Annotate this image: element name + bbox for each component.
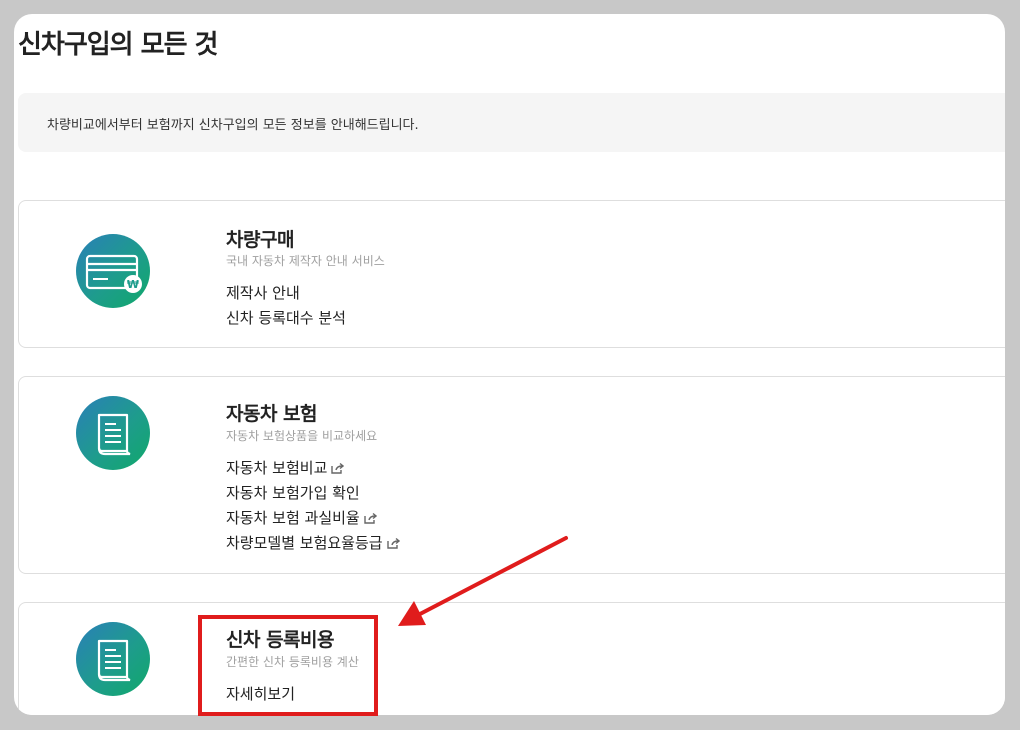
annotation-highlight-box	[198, 615, 378, 716]
link-label: 자동차 보험비교	[226, 459, 328, 477]
link-manufacturer-info[interactable]: 제작사 안내	[226, 282, 300, 303]
card-car-insurance: 자동차 보험 자동차 보험상품을 비교하세요 자동차 보험비교 자동차 보험가입…	[18, 376, 1005, 574]
link-model-rate-grade[interactable]: 차량모델별 보험요율등급	[226, 532, 400, 553]
link-label: 차량모델별 보험요율등급	[226, 534, 383, 552]
external-link-icon	[331, 462, 345, 474]
main-page: 신차구입의 모든 것 차량비교에서부터 보험까지 신차구입의 모든 정보를 안내…	[14, 14, 1005, 715]
link-label: 자동차 보험 과실비율	[226, 509, 360, 527]
card-registration-cost: 신차 등록비용 간편한 신차 등록비용 계산 자세히보기	[18, 602, 1005, 715]
card-title: 차량구매	[226, 229, 294, 251]
document-icon	[76, 396, 150, 470]
link-fault-ratio[interactable]: 자동차 보험 과실비율	[226, 507, 377, 528]
notice-text: 차량비교에서부터 보험까지 신차구입의 모든 정보를 안내해드립니다.	[47, 118, 419, 133]
link-insurance-compare[interactable]: 자동차 보험비교	[226, 457, 345, 478]
external-link-icon	[386, 537, 400, 549]
card-subtitle: 국내 자동차 제작자 안내 서비스	[226, 254, 385, 268]
notice-banner: 차량비교에서부터 보험까지 신차구입의 모든 정보를 안내해드립니다.	[18, 93, 1005, 152]
external-link-icon	[364, 512, 377, 524]
link-label: 자동차 보험가입 확인	[226, 484, 360, 502]
link-label: 신차 등록대수 분석	[226, 309, 346, 327]
card-vehicle-purchase: ₩ 차량구매 국내 자동차 제작자 안내 서비스 제작사 안내 신차 등록대수 …	[18, 200, 1005, 348]
page-title: 신차구입의 모든 것	[18, 30, 218, 60]
link-registration-analysis[interactable]: 신차 등록대수 분석	[226, 307, 346, 328]
card-title: 자동차 보험	[226, 403, 318, 425]
svg-text:₩: ₩	[127, 278, 139, 291]
card-subtitle: 자동차 보험상품을 비교하세요	[226, 429, 378, 443]
document-icon	[76, 622, 150, 696]
credit-card-icon: ₩	[76, 234, 150, 308]
link-label: 제작사 안내	[226, 284, 300, 302]
link-insurance-check[interactable]: 자동차 보험가입 확인	[226, 482, 360, 503]
